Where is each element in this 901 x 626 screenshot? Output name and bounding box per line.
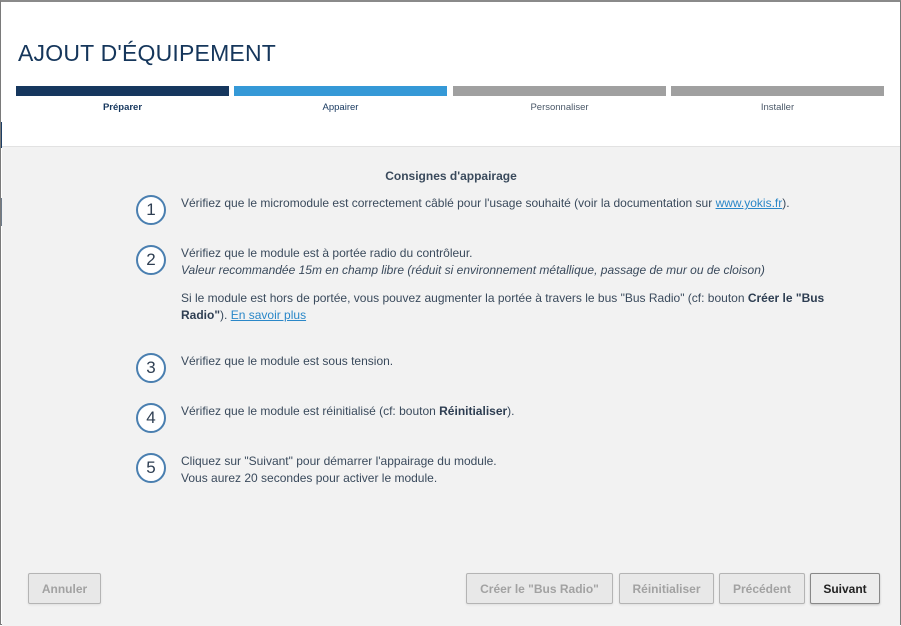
create-bus-radio-button[interactable]: Créer le "Bus Radio" xyxy=(466,573,613,604)
next-button[interactable]: Suivant xyxy=(810,573,880,604)
step-bar xyxy=(671,86,884,96)
step-label: Personnaliser xyxy=(530,102,589,113)
instruction-line: Vérifiez que le module est à portée radi… xyxy=(181,246,473,260)
learn-more-link[interactable]: En savoir plus xyxy=(231,308,306,322)
step-number-badge: 3 xyxy=(136,353,166,383)
step-label: Appairer xyxy=(322,102,359,113)
instruction-text: Vérifiez que le module est réinitialisé … xyxy=(181,403,841,420)
instruction-note: Valeur recommandée 15m en champ libre (r… xyxy=(181,263,765,277)
yokis-link[interactable]: www.yokis.fr xyxy=(716,196,783,210)
page-title: AJOUT D'ÉQUIPEMENT xyxy=(18,40,277,66)
previous-button[interactable]: Précédent xyxy=(719,573,805,604)
step-personnaliser: Personnaliser xyxy=(453,86,666,113)
instruction-text: Vérifiez que le module est à portée radi… xyxy=(181,245,841,324)
instruction-text: Cliquez sur "Suivant" pour démarrer l'ap… xyxy=(181,453,841,487)
instruction-text-part: Si le module est hors de portée, vous po… xyxy=(181,291,748,305)
step-bar xyxy=(453,86,666,96)
reset-button[interactable]: Réinitialiser xyxy=(619,573,714,604)
step-bar xyxy=(16,86,229,96)
step-preparer: Préparer xyxy=(16,86,229,113)
instruction-bold: Réinitialiser xyxy=(439,404,508,418)
step-appairer: Appairer xyxy=(234,86,447,113)
instruction-text: Vérifiez que le micromodule est correcte… xyxy=(181,195,841,212)
step-number-badge: 2 xyxy=(136,245,166,275)
instruction-line: Vous aurez 20 secondes pour activer le m… xyxy=(181,471,438,485)
instruction-text: Vérifiez que le module est sous tension. xyxy=(181,353,841,370)
step-bar xyxy=(234,86,447,96)
step-number-badge: 4 xyxy=(136,403,166,433)
cancel-button[interactable]: Annuler xyxy=(28,573,101,604)
instruction-line: Cliquez sur "Suivant" pour démarrer l'ap… xyxy=(181,454,497,468)
instruction-text-part: Vérifiez que le module est réinitialisé … xyxy=(181,404,440,418)
step-label: Préparer xyxy=(102,102,143,113)
dialog-header: AJOUT D'ÉQUIPEMENT Préparer Appairer Per… xyxy=(2,4,900,146)
instruction-text-part: ). xyxy=(782,196,790,210)
instruction-text-part: ). xyxy=(220,308,231,322)
step-number-badge: 1 xyxy=(136,195,166,225)
content-panel: Consignes d'appairage 1 Vérifiez que le … xyxy=(2,146,900,626)
step-number-badge: 5 xyxy=(136,453,166,483)
wizard-dialog: AJOUT D'ÉQUIPEMENT Préparer Appairer Per… xyxy=(0,0,901,626)
instruction-text-part: ). xyxy=(507,404,515,418)
step-installer: Installer xyxy=(671,86,884,113)
step-label: Installer xyxy=(760,102,795,113)
instruction-line: Vérifiez que le module est sous tension. xyxy=(181,354,394,368)
section-title: Consignes d'appairage xyxy=(385,169,517,183)
instruction-text-part: Vérifiez que le micromodule est correcte… xyxy=(181,196,716,210)
